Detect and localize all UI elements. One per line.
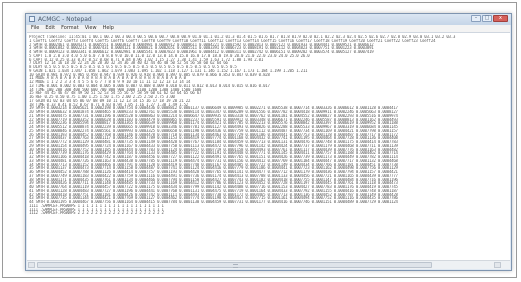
menu-file[interactable]: File [31,25,39,32]
menu-view[interactable]: View [85,25,97,32]
window-controls: – □ x [471,15,508,23]
notepad-window: ACMGC - Notepad – □ x File Edit Format V… [25,13,512,271]
minimize-button[interactable]: – [471,15,481,22]
resize-grip[interactable] [503,262,510,269]
notepad-icon [29,16,35,22]
screenshot-frame: ACMGC - Notepad – □ x File Edit Format V… [2,2,517,278]
scroll-left-arrow-icon[interactable] [28,262,35,268]
title-bar[interactable]: ACMGC - Notepad – □ x [26,14,511,25]
grip-icon [232,264,238,268]
text-editor[interactable]: Project Timeline: 11:45:01 1 00.1 00.2 0… [27,32,510,260]
menu-help[interactable]: Help [103,25,114,32]
menu-edit[interactable]: Edit [45,25,55,32]
close-button[interactable]: x [493,15,508,22]
menu-bar: File Edit Format View Help [27,25,510,32]
window-title: ACMGC - Notepad [38,16,92,23]
horizontal-scrollbar[interactable] [27,260,510,269]
text-line[interactable]: 1112 .SAMPLEF.PRSNAPS 2 2 2 2 2 2 2 2 2 … [29,211,508,215]
maximize-button[interactable]: □ [482,15,492,22]
scroll-right-arrow-icon[interactable] [494,262,501,268]
menu-format[interactable]: Format [61,25,79,32]
text-content[interactable]: Project Timeline: 11:45:01 1 00.1 00.2 0… [29,35,508,258]
scroll-thumb[interactable] [37,262,432,268]
